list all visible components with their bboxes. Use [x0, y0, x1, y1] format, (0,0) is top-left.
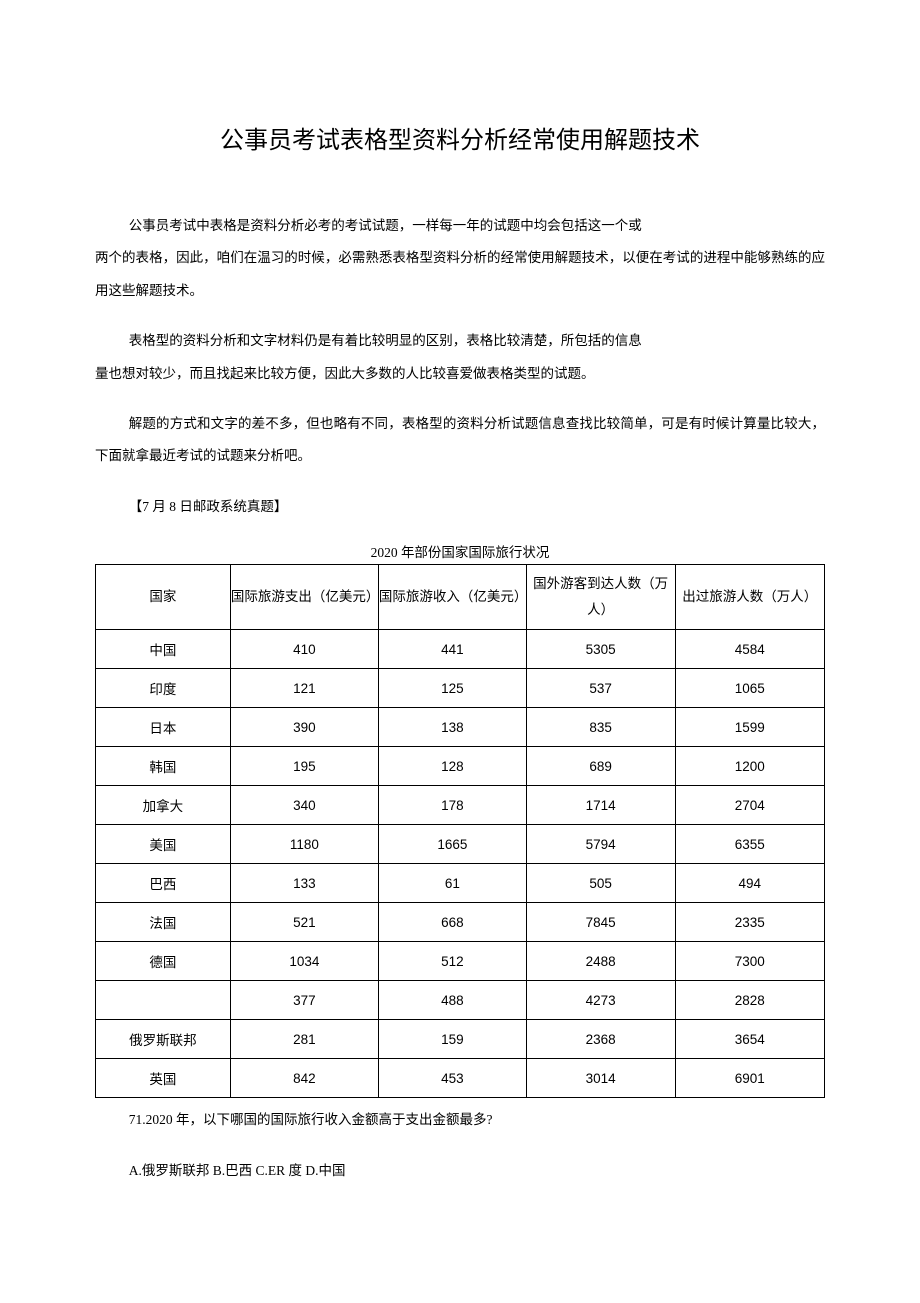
cell-country: 日本: [96, 708, 231, 747]
cell-value: 121: [230, 669, 378, 708]
options-block: A.俄罗斯联邦 B.巴西 C.ER 度 D.中国: [95, 1155, 825, 1187]
table-row: 俄罗斯联邦28115923683654: [96, 1020, 825, 1059]
table-row: 英国84245330146901: [96, 1059, 825, 1098]
cell-value: 4273: [526, 981, 675, 1020]
paragraph-2: 表格型的资料分析和文字材料仍是有着比较明显的区别，表格比较清楚，所包括的信息 量…: [95, 325, 825, 390]
cell-value: 1034: [230, 942, 378, 981]
cell-value: 377: [230, 981, 378, 1020]
cell-value: 159: [378, 1020, 526, 1059]
paragraph-2a: 表格型的资料分析和文字材料仍是有着比较明显的区别，表格比较清楚，所包括的信息: [95, 325, 825, 357]
cell-value: 410: [230, 630, 378, 669]
cell-value: 1665: [378, 825, 526, 864]
cell-country: 英国: [96, 1059, 231, 1098]
cell-value: 1714: [526, 786, 675, 825]
cell-value: 512: [378, 942, 526, 981]
cell-country: 印度: [96, 669, 231, 708]
cell-value: 521: [230, 903, 378, 942]
cell-value: 2828: [675, 981, 824, 1020]
cell-value: 1065: [675, 669, 824, 708]
cell-value: 340: [230, 786, 378, 825]
cell-country: 巴西: [96, 864, 231, 903]
header-country: 国家: [96, 565, 231, 630]
table-row: 中国41044153054584: [96, 630, 825, 669]
cell-value: 835: [526, 708, 675, 747]
question-text: 71.2020 年，以下哪国的国际旅行收入金额高于支出金额最多?: [95, 1104, 825, 1136]
cell-country: 美国: [96, 825, 231, 864]
cell-country: 中国: [96, 630, 231, 669]
cell-country: 俄罗斯联邦: [96, 1020, 231, 1059]
table-row: 法国52166878452335: [96, 903, 825, 942]
cell-value: 2368: [526, 1020, 675, 1059]
paragraph-1: 公事员考试中表格是资料分析必考的考试试题，一样每一年的试题中均会包括这一个或 两…: [95, 210, 825, 307]
header-income: 国际旅游收入（亿美元）: [378, 565, 526, 630]
cell-value: 125: [378, 669, 526, 708]
paragraph-4-text: 【7 月 8 日邮政系统真题】: [95, 491, 825, 523]
cell-value: 390: [230, 708, 378, 747]
cell-value: 2704: [675, 786, 824, 825]
header-arrivals: 国外游客到达人数（万人）: [526, 565, 675, 630]
cell-value: 2335: [675, 903, 824, 942]
table-body: 中国41044153054584 印度1211255371065 日本39013…: [96, 630, 825, 1098]
table-row: 巴西13361505494: [96, 864, 825, 903]
cell-country: 德国: [96, 942, 231, 981]
cell-country: 韩国: [96, 747, 231, 786]
cell-value: 537: [526, 669, 675, 708]
paragraph-1a: 公事员考试中表格是资料分析必考的考试试题，一样每一年的试题中均会包括这一个或: [95, 210, 825, 242]
cell-value: 3014: [526, 1059, 675, 1098]
table-title: 2020 年部份国家国际旅行状况: [95, 541, 825, 561]
cell-value: 178: [378, 786, 526, 825]
cell-value: 4584: [675, 630, 824, 669]
cell-value: 494: [675, 864, 824, 903]
table-row: 德国103451224887300: [96, 942, 825, 981]
cell-value: 281: [230, 1020, 378, 1059]
cell-value: 128: [378, 747, 526, 786]
table-row: 美国1180166557946355: [96, 825, 825, 864]
header-expenditure: 国际旅游支出（亿美元）: [230, 565, 378, 630]
cell-value: 1180: [230, 825, 378, 864]
table-header-row: 国家 国际旅游支出（亿美元） 国际旅游收入（亿美元） 国外游客到达人数（万人） …: [96, 565, 825, 630]
cell-country: 法国: [96, 903, 231, 942]
cell-value: 1200: [675, 747, 824, 786]
cell-value: 6355: [675, 825, 824, 864]
cell-value: 195: [230, 747, 378, 786]
cell-value: 6901: [675, 1059, 824, 1098]
paragraph-3-text: 解题的方式和文字的差不多，但也略有不同，表格型的资料分析试题信息查找比较简单，可…: [95, 408, 825, 473]
table-row: 韩国1951286891200: [96, 747, 825, 786]
cell-value: 3654: [675, 1020, 824, 1059]
cell-value: 842: [230, 1059, 378, 1098]
cell-country: 加拿大: [96, 786, 231, 825]
cell-value: 7300: [675, 942, 824, 981]
options-text: A.俄罗斯联邦 B.巴西 C.ER 度 D.中国: [95, 1155, 825, 1187]
table-row: 37748842732828: [96, 981, 825, 1020]
paragraph-3: 解题的方式和文字的差不多，但也略有不同，表格型的资料分析试题信息查找比较简单，可…: [95, 408, 825, 473]
cell-value: 5794: [526, 825, 675, 864]
cell-value: 5305: [526, 630, 675, 669]
cell-value: 668: [378, 903, 526, 942]
cell-value: 505: [526, 864, 675, 903]
cell-value: 133: [230, 864, 378, 903]
page-title: 公事员考试表格型资料分析经常使用解题技术: [95, 120, 825, 155]
header-outbound: 出过旅游人数（万人）: [675, 565, 824, 630]
cell-value: 61: [378, 864, 526, 903]
cell-value: 689: [526, 747, 675, 786]
cell-value: 7845: [526, 903, 675, 942]
document-page: 公事员考试表格型资料分析经常使用解题技术 公事员考试中表格是资料分析必考的考试试…: [0, 0, 920, 1265]
paragraph-1b: 两个的表格，因此，咱们在温习的时候，必需熟悉表格型资料分析的经常使用解题技术，以…: [95, 242, 825, 307]
data-table: 国家 国际旅游支出（亿美元） 国际旅游收入（亿美元） 国外游客到达人数（万人） …: [95, 564, 825, 1098]
question-block: 71.2020 年，以下哪国的国际旅行收入金额高于支出金额最多?: [95, 1104, 825, 1136]
cell-value: 1599: [675, 708, 824, 747]
cell-country: [96, 981, 231, 1020]
cell-value: 138: [378, 708, 526, 747]
paragraph-2b: 量也想对较少，而且找起来比较方便，因此大多数的人比较喜爱做表格类型的试题。: [95, 358, 825, 390]
cell-value: 441: [378, 630, 526, 669]
cell-value: 488: [378, 981, 526, 1020]
table-row: 印度1211255371065: [96, 669, 825, 708]
cell-value: 2488: [526, 942, 675, 981]
cell-value: 453: [378, 1059, 526, 1098]
table-row: 加拿大34017817142704: [96, 786, 825, 825]
table-row: 日本3901388351599: [96, 708, 825, 747]
paragraph-4: 【7 月 8 日邮政系统真题】: [95, 491, 825, 523]
